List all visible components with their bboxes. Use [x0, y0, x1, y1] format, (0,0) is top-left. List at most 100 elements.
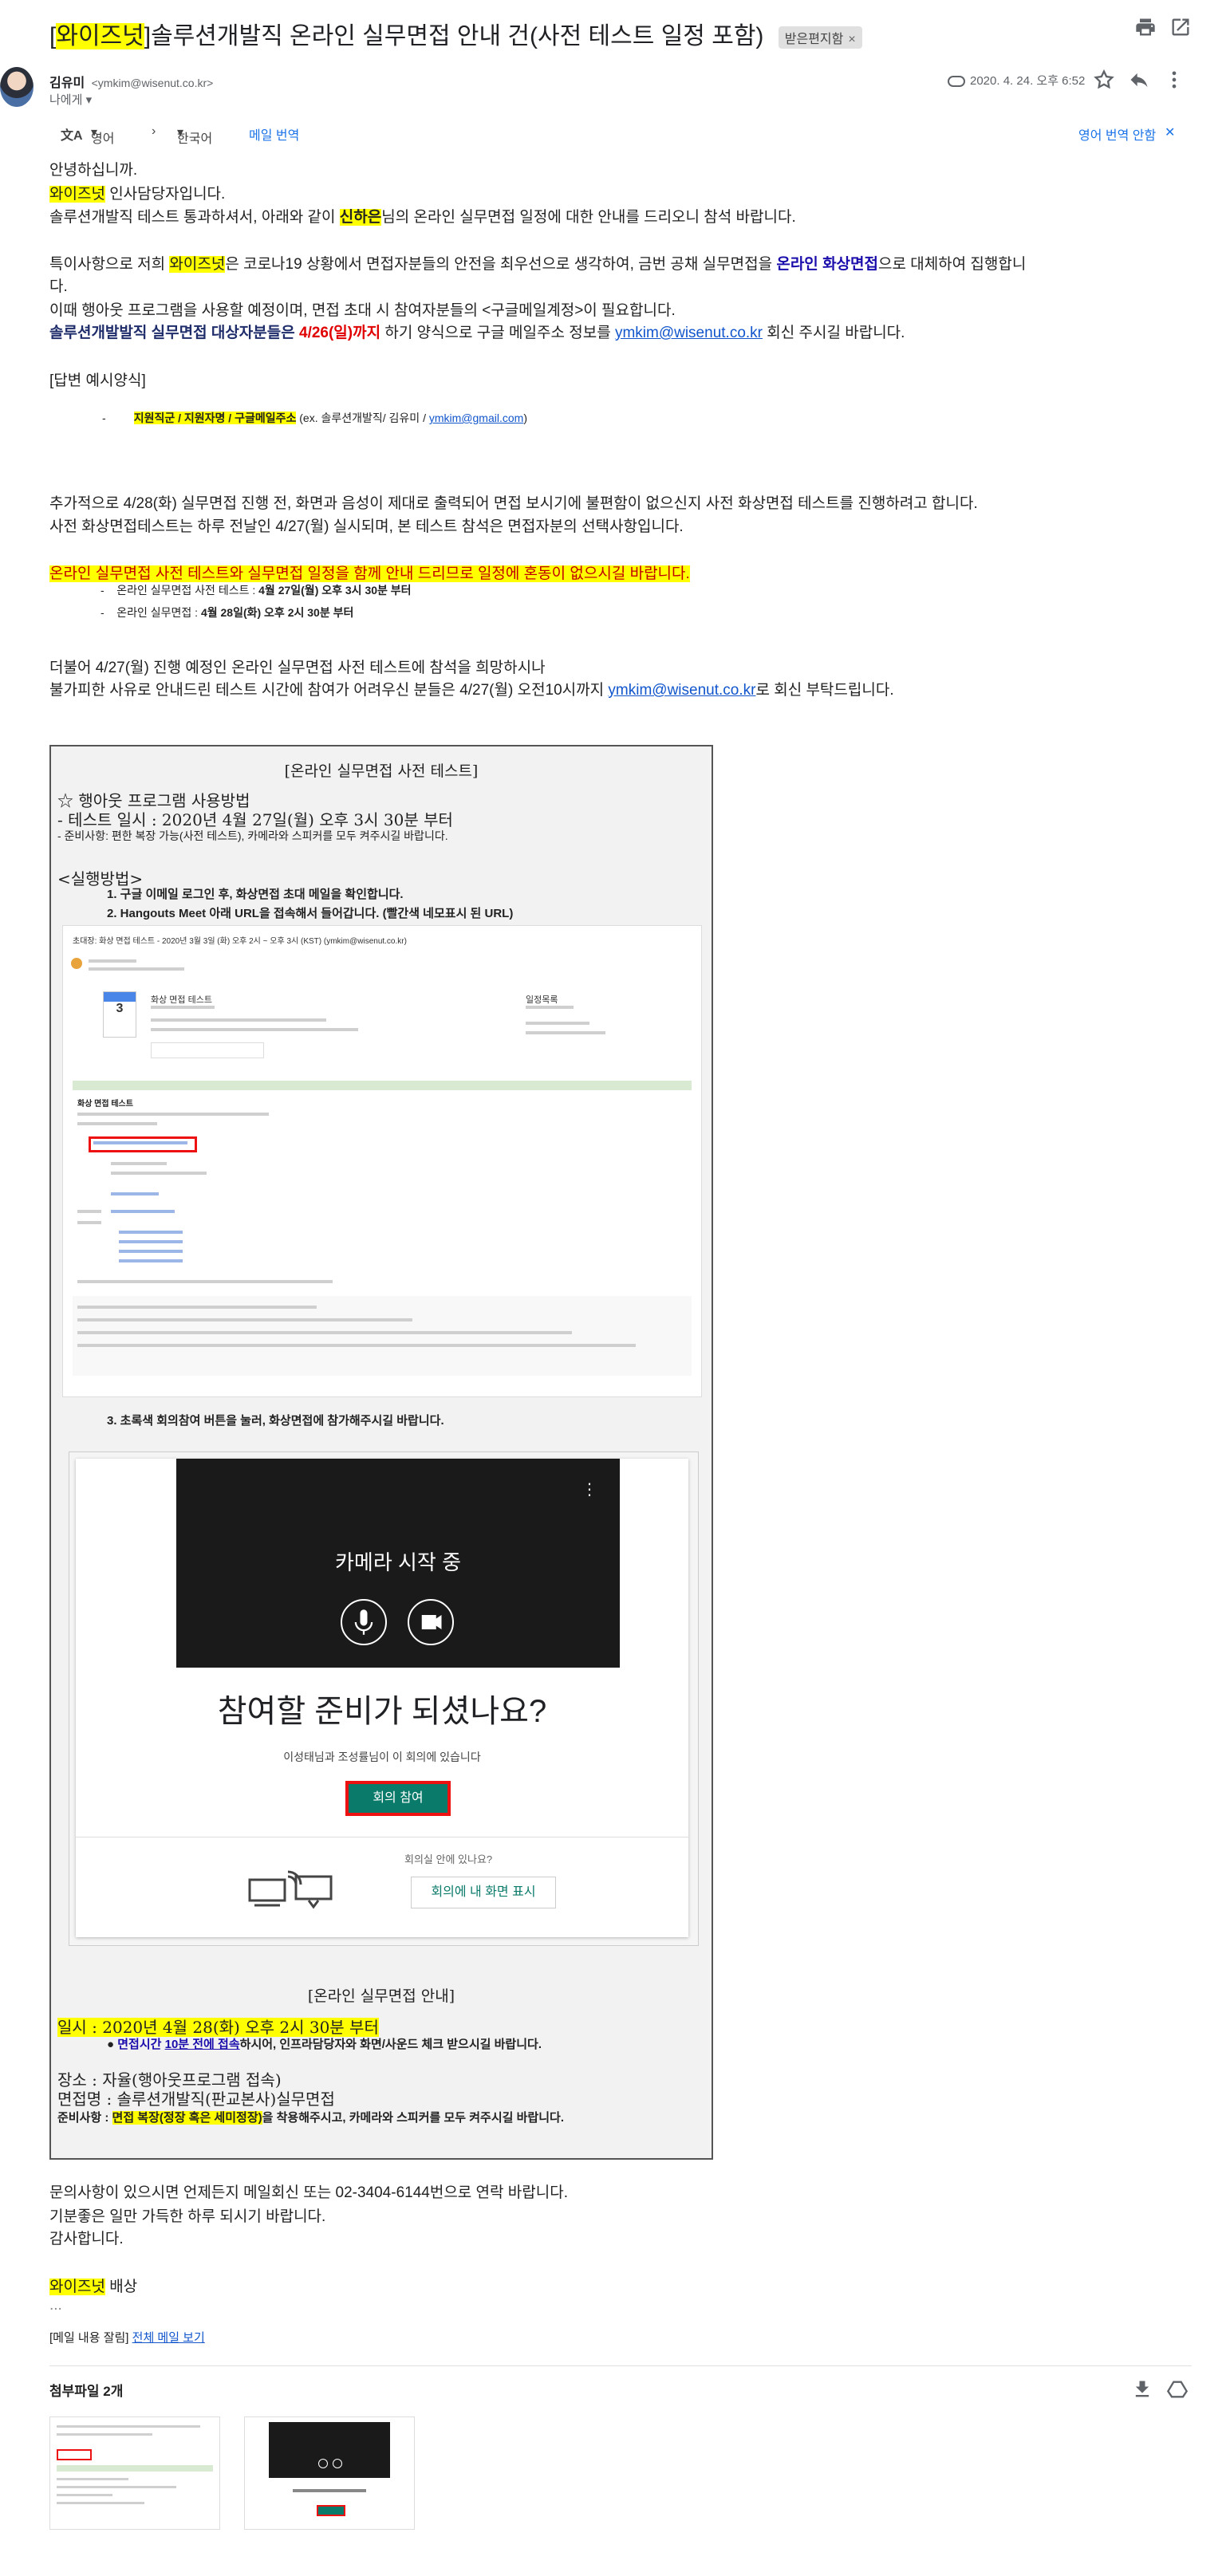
deadline-text: 4/26(일)까지 [299, 325, 381, 341]
interview-note: ● 면접시간 10분 전에 접속하시어, 인프라담당자와 화면/사운드 체크 받… [107, 2038, 542, 2051]
pretest-title: [온라인 실무면접 사전 테스트] [284, 762, 479, 780]
arrow-right-icon: › [152, 124, 156, 138]
close-icon[interactable]: ✕ [1165, 124, 1175, 140]
p4-text-c: 하기 양식으로 구글 메일주소 정보를 [380, 325, 615, 341]
email-date-row: 2020. 4. 24. 오후 6:52 [948, 72, 1085, 89]
paragraph-2-cont: 다. [49, 278, 68, 295]
disable-translate-link[interactable]: 영어 번역 안함 [1078, 124, 1156, 144]
inbox-label-text: 받은편지함 [784, 33, 844, 47]
interview-note-a: 면접시간 [117, 2038, 165, 2051]
attachment-thumbnail-1[interactable] [49, 2416, 220, 2530]
translate-bar: 文A 영어 ▾ › 한국어 ▾ 메일 번역 영어 번역 안함 ✕ [49, 121, 1198, 146]
interview-date: 일시 : 2020년 4월 28(화) 오후 2시 30분 부터 [57, 2015, 379, 2038]
instruction-box: [온라인 실무면접 사전 테스트] ☆ 행아웃 프로그램 사용방법 - 테스트 … [49, 745, 713, 2160]
view-full-message-link[interactable]: 전체 메일 보기 [132, 2331, 205, 2345]
interview-name: 면접명 : 솔루션개발직(판교본사)실무면접 [57, 2090, 335, 2109]
p9-text-b: 로 회신 부탁드립니다. [755, 682, 894, 699]
brand-highlight: 와이즈넛 [49, 186, 105, 203]
brand-highlight-2: 와이즈넛 [169, 256, 226, 273]
microphone-icon[interactable] [341, 1599, 387, 1645]
closing-2: 기분좋은 일만 가득한 하루 되시기 바랍니다. [49, 2208, 326, 2225]
join-meeting-button[interactable]: 회의 참여 [345, 1781, 451, 1816]
calendar-date-icon: 3 [103, 991, 136, 1038]
recipient-text: 나에게 [49, 93, 83, 107]
sender-name: 김유미 <ymkim@wisenut.co.kr> [49, 72, 213, 91]
schedule-item-interview: - 온라인 실무면접 : 4월 28일(화) 오후 2시 30분 부터 [101, 606, 354, 619]
target-language-select[interactable]: 한국어 ▾ [177, 124, 212, 146]
recipient-dropdown[interactable]: 나에게 ▾ [49, 91, 92, 108]
quoted-ellipsis[interactable]: ... [49, 2297, 62, 2314]
form-end: ) [523, 412, 527, 424]
source-language-text: 영어 [91, 132, 115, 146]
translate-icon: 文A [61, 129, 83, 143]
translate-message-link[interactable]: 메일 번역 [249, 124, 299, 144]
attachment-thumbnail-2[interactable] [244, 2416, 415, 2530]
schedule-test-time: 4월 27일(월) 오후 3시 30분 부터 [258, 584, 412, 597]
paragraph-4: 솔루션개발발직 실무면접 대상자분들은 4/26(일)까지 하기 양식으로 구글… [49, 321, 905, 342]
more-vert-icon[interactable]: ⋮ [581, 1479, 597, 1499]
invite-schedule-list: 일정목록 [526, 995, 558, 1005]
paragraph-8: 더불어 4/27(월) 진행 예정인 온라인 실무면접 사전 테스트에 참석을 … [49, 660, 546, 676]
subject-text: 솔루션개발직 온라인 실무면접 안내 건(사전 테스트 일정 포함) [151, 23, 764, 49]
p1-text-b: 님의 온라인 실무면접 일정에 대한 안내를 드리오니 참석 바랍니다. [381, 209, 796, 226]
more-vert-icon[interactable] [1163, 69, 1185, 91]
inbox-label-badge[interactable]: 받은편지함 × [778, 26, 862, 49]
subject-brand: 와이즈넛 [56, 23, 144, 49]
form-title: [답변 예시양식] [49, 372, 146, 389]
p4-text-d: 회신 주시길 바랍니다. [763, 325, 905, 341]
camera-preview: 카메라 시작 중 ⋮ [176, 1459, 620, 1668]
schedule-item-test: - 온라인 실무면접 사전 테스트 : 4월 27일(월) 오후 3시 30분 … [101, 584, 412, 597]
sender-avatar [0, 67, 34, 107]
paragraph-1: 솔루션개발직 테스트 통과하셔서, 아래와 같이 신하은님의 온라인 실무면접 … [49, 205, 796, 226]
target-language-text: 한국어 [177, 132, 213, 146]
calendar-date-number: 3 [116, 1002, 124, 1015]
paragraph-7: 온라인 실무면접 사전 테스트와 실무면접 일정을 함께 안내 드리므로 일정에… [49, 561, 690, 583]
sender-email: <ymkim@wisenut.co.kr> [91, 77, 214, 89]
in-room-question: 회의실 안에 있나요? [404, 1853, 493, 1865]
participants-text: 이성태님과 조성률님이 이 회의에 있습니다 [283, 1751, 481, 1763]
dress-code: 면접 복장(정장 혹은 세미정장) [112, 2111, 262, 2125]
paragraph-3: 이때 행아웃 프로그램을 사용할 예정이며, 면접 초대 시 참여자분들의 <구… [49, 302, 676, 319]
email-link[interactable]: ymkim@wisenut.co.kr [615, 325, 763, 341]
interview-date-text: 일시 : 2020년 4월 28(화) 오후 2시 30분 부터 [57, 2018, 379, 2037]
meet-lobby-screenshot: 카메라 시작 중 ⋮ 참여할 준비가 되셨나요? 이성태님과 조성률님이 이 회… [69, 1451, 699, 1946]
star-icon[interactable] [1093, 69, 1115, 91]
chevron-down-icon: ▾ [85, 93, 93, 107]
p2-text-d: 으로 대체하여 집행합니 [877, 256, 1027, 273]
reply-email-link[interactable]: ymkim@wisenut.co.kr [608, 682, 755, 699]
camera-starting-text: 카메라 시작 중 [335, 1550, 461, 1574]
print-icon[interactable] [1134, 16, 1157, 38]
p4-text-a: 솔루션개발발직 실무면접 대상자분들은 [49, 325, 299, 341]
step-3: 3. 초록색 회의참여 버튼을 눌러, 화상면접에 참가해주시길 바랍니다. [107, 1414, 444, 1428]
form-example-text: (ex. 솔루션개발직/ 김유미 / [296, 412, 429, 424]
schedule-notice: 온라인 실무면접 사전 테스트와 실무면접 일정을 함께 안내 드리므로 일정에… [49, 565, 690, 582]
invite-avatar [71, 958, 82, 969]
present-to-meeting-button[interactable]: 회의에 내 화면 표시 [411, 1877, 556, 1908]
invite-section-title: 화상 면접 테스트 [77, 1100, 133, 1109]
test-date: - 테스트 일시 : 2020년 4월 27일(월) 오후 3시 30분 부터 [57, 810, 453, 829]
closing-3: 감사합니다. [49, 2231, 124, 2247]
remove-label-icon[interactable]: × [848, 33, 855, 46]
save-to-drive-icon[interactable] [1166, 2378, 1189, 2401]
sender-name-text: 김유미 [49, 77, 85, 90]
camera-icon[interactable] [408, 1599, 454, 1645]
form-example: - 지원직군 / 지원자명 / 구글메일주소 (ex. 솔루션개발직/ 김유미 … [102, 410, 527, 426]
hr-intro-text: 인사담당자입니다. [104, 186, 226, 203]
step-1: 1. 구글 이메일 로그인 후, 화상면접 초대 메일을 확인합니다. [107, 888, 404, 901]
candidate-name: 신하은 [339, 209, 382, 226]
signature: 와이즈넛 배상 [49, 2275, 137, 2296]
download-all-icon[interactable] [1131, 2378, 1153, 2401]
interview-title: [온라인 실무면접 안내] [307, 1987, 455, 2005]
example-email-link[interactable]: ymkim@gmail.com [429, 412, 523, 424]
source-language-select[interactable]: 영어 ▾ [91, 124, 114, 146]
step-2: 2. Hangouts Meet 아래 URL을 접속해서 들어갑니다. (빨간… [107, 907, 514, 920]
reply-icon[interactable] [1128, 69, 1150, 91]
schedule-test-label: 온라인 실무면접 사전 테스트 : [116, 584, 259, 597]
clipped-notice: [메일 내용 잘림] 전체 메일 보기 [49, 2329, 205, 2346]
open-new-window-icon[interactable] [1169, 16, 1192, 38]
paragraph-2: 특이사항으로 저희 와이즈넛은 코로나19 상황에서 면접자분들의 안전을 최우… [49, 252, 1026, 274]
interview-note-c: 하시어, 인프라담당자와 화면/사운드 체크 받으시길 바랍니다. [239, 2038, 542, 2051]
attachments-title: 첨부파일 2개 [49, 2384, 124, 2399]
label-icon [948, 76, 965, 88]
ready-heading: 참여할 준비가 되셨나요? [217, 1694, 547, 1729]
